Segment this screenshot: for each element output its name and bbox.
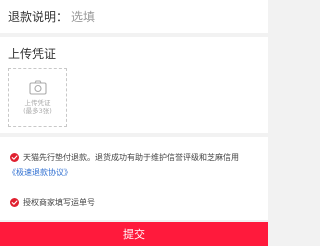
agreement-text-fast-refund: 天猫先行垫付退款。退货成功有助于维护信誉评级和芝麻信用	[23, 153, 239, 162]
refund-form-page: 退款说明： 选填 上传凭证 上传凭证 (最多3张) 天猫先行垫付退款。退货成功有…	[0, 0, 268, 246]
fast-refund-agreement-link[interactable]: 《极速退款协议》	[8, 166, 72, 179]
check-icon[interactable]	[10, 153, 19, 162]
upload-evidence-title: 上传凭证	[8, 47, 57, 61]
agreements-section: 天猫先行垫付退款。退货成功有助于维护信誉评级和芝麻信用 《极速退款协议》 授权商…	[0, 137, 268, 220]
upload-evidence-button[interactable]: 上传凭证 (最多3张)	[8, 68, 67, 127]
refund-reason-input[interactable]: 选填	[71, 8, 95, 25]
refund-reason-label: 退款说明：	[8, 10, 69, 24]
camera-icon	[28, 80, 47, 95]
submit-button[interactable]: 提交	[0, 222, 268, 246]
agreement-text-tracking-number: 授权商家填写运单号	[23, 198, 95, 207]
upload-evidence-section: 上传凭证 上传凭证 (最多3张)	[0, 37, 268, 133]
check-icon[interactable]	[10, 198, 19, 207]
refund-reason-field[interactable]: 退款说明： 选填	[0, 0, 268, 33]
upload-limit-hint: (最多3张)	[23, 106, 52, 115]
